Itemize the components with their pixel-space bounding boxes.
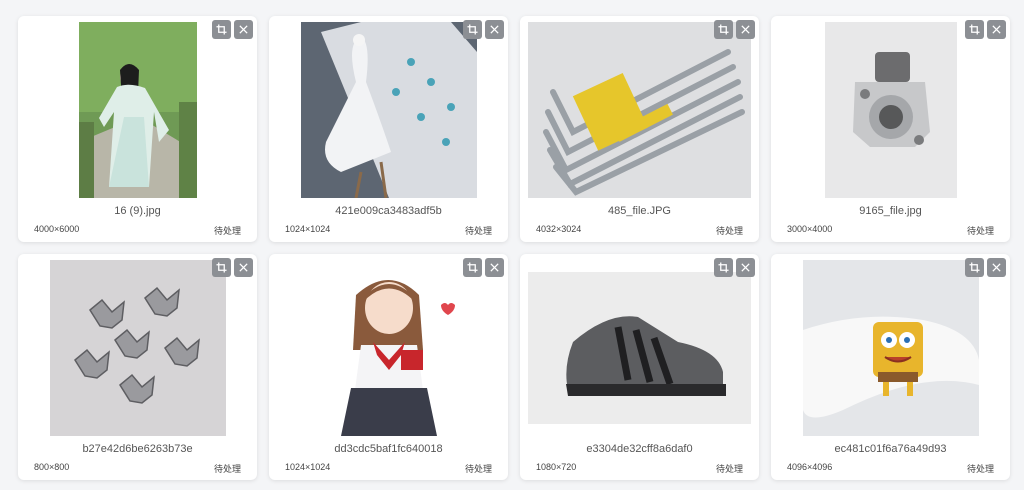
- crop-icon: [467, 262, 478, 273]
- image-grid: 16 (9).jpg 4000×6000 待处理 421e009ca3483ad…: [0, 0, 1024, 490]
- card-meta: 3000×4000 待处理: [787, 224, 994, 237]
- status-label[interactable]: 待处理: [214, 224, 241, 237]
- crop-icon: [216, 24, 227, 35]
- image-dimensions: 4000×6000: [34, 224, 80, 234]
- status-label[interactable]: 待处理: [967, 224, 994, 237]
- crop-icon: [216, 262, 227, 273]
- crop-button[interactable]: [212, 258, 231, 277]
- file-name: 421e009ca3483adf5b: [335, 205, 442, 217]
- spongebob-shoe-charm-photo: [802, 260, 979, 436]
- crop-icon: [467, 24, 478, 35]
- hex-key-set-photo: [528, 22, 751, 198]
- white-peacock-illustration: [300, 22, 477, 198]
- card-meta: 1080×720 待处理: [536, 462, 743, 475]
- close-icon: [490, 25, 499, 34]
- image-thumbnail[interactable]: [779, 260, 1002, 436]
- crop-button[interactable]: [714, 20, 733, 39]
- file-name: 16 (9).jpg: [114, 205, 161, 217]
- status-label[interactable]: 待处理: [967, 462, 994, 475]
- image-dimensions: 4096×4096: [787, 462, 833, 472]
- image-card[interactable]: 485_file.JPG 4032×3024 待处理: [520, 16, 759, 242]
- crop-icon: [718, 262, 729, 273]
- file-name: 485_file.JPG: [608, 205, 671, 217]
- image-card[interactable]: 16 (9).jpg 4000×6000 待处理: [18, 16, 257, 242]
- card-actions: [463, 20, 504, 39]
- crop-button[interactable]: [463, 20, 482, 39]
- delete-button[interactable]: [987, 258, 1006, 277]
- card-meta: 800×800 待处理: [34, 462, 241, 475]
- delete-button[interactable]: [234, 20, 253, 39]
- card-actions: [463, 258, 504, 277]
- close-icon: [992, 263, 1001, 272]
- card-meta: 4000×6000 待处理: [34, 224, 241, 237]
- silver-bow-charms-photo: [49, 260, 226, 436]
- image-thumbnail[interactable]: [26, 260, 249, 436]
- woman-hanfu-photo: [78, 22, 197, 198]
- delete-button[interactable]: [485, 258, 504, 277]
- crop-button[interactable]: [463, 258, 482, 277]
- crop-button[interactable]: [714, 258, 733, 277]
- grey-sneaker-photo: [528, 272, 751, 424]
- image-dimensions: 800×800: [34, 462, 70, 472]
- image-card[interactable]: dd3cdc5baf1fc640018 1024×1024 待处理: [269, 254, 508, 480]
- card-actions: [212, 258, 253, 277]
- file-name: e3304de32cff8a6daf0: [586, 443, 693, 455]
- image-card[interactable]: b27e42d6be6263b73e 800×800 待处理: [18, 254, 257, 480]
- card-meta: 4096×4096 待处理: [787, 462, 994, 475]
- image-thumbnail[interactable]: [528, 22, 751, 198]
- close-icon: [490, 263, 499, 272]
- delete-button[interactable]: [485, 20, 504, 39]
- anime-girl-gift-illustration: [300, 260, 477, 436]
- crop-button[interactable]: [965, 20, 984, 39]
- image-card[interactable]: 9165_file.jpg 3000×4000 待处理: [771, 16, 1010, 242]
- crop-button[interactable]: [965, 258, 984, 277]
- delete-button[interactable]: [987, 20, 1006, 39]
- image-dimensions: 1024×1024: [285, 462, 331, 472]
- card-meta: 1024×1024 待处理: [285, 224, 492, 237]
- image-thumbnail[interactable]: [277, 260, 500, 436]
- image-thumbnail[interactable]: [528, 260, 751, 436]
- image-dimensions: 1024×1024: [285, 224, 331, 234]
- file-name: b27e42d6be6263b73e: [82, 443, 193, 455]
- close-icon: [741, 263, 750, 272]
- delete-button[interactable]: [736, 258, 755, 277]
- card-actions: [714, 20, 755, 39]
- image-card[interactable]: e3304de32cff8a6daf0 1080×720 待处理: [520, 254, 759, 480]
- crop-button[interactable]: [212, 20, 231, 39]
- file-name: ec481c01f6a76a49d93: [834, 443, 947, 455]
- starter-motor-photo: [824, 22, 957, 198]
- file-name: 9165_file.jpg: [859, 205, 922, 217]
- delete-button[interactable]: [736, 20, 755, 39]
- status-label[interactable]: 待处理: [716, 224, 743, 237]
- file-name: dd3cdc5baf1fc640018: [334, 443, 443, 455]
- status-label[interactable]: 待处理: [214, 462, 241, 475]
- image-thumbnail[interactable]: [277, 22, 500, 198]
- crop-icon: [969, 24, 980, 35]
- image-dimensions: 3000×4000: [787, 224, 833, 234]
- close-icon: [741, 25, 750, 34]
- crop-icon: [718, 24, 729, 35]
- card-actions: [965, 20, 1006, 39]
- card-meta: 1024×1024 待处理: [285, 462, 492, 475]
- image-thumbnail[interactable]: [26, 22, 249, 198]
- status-label[interactable]: 待处理: [465, 462, 492, 475]
- close-icon: [239, 25, 248, 34]
- card-actions: [965, 258, 1006, 277]
- card-meta: 4032×3024 待处理: [536, 224, 743, 237]
- image-thumbnail[interactable]: [779, 22, 1002, 198]
- delete-button[interactable]: [234, 258, 253, 277]
- image-card[interactable]: ec481c01f6a76a49d93 4096×4096 待处理: [771, 254, 1010, 480]
- status-label[interactable]: 待处理: [465, 224, 492, 237]
- image-dimensions: 4032×3024: [536, 224, 582, 234]
- image-card[interactable]: 421e009ca3483adf5b 1024×1024 待处理: [269, 16, 508, 242]
- status-label[interactable]: 待处理: [716, 462, 743, 475]
- image-dimensions: 1080×720: [536, 462, 577, 472]
- close-icon: [992, 25, 1001, 34]
- close-icon: [239, 263, 248, 272]
- crop-icon: [969, 262, 980, 273]
- card-actions: [714, 258, 755, 277]
- card-actions: [212, 20, 253, 39]
